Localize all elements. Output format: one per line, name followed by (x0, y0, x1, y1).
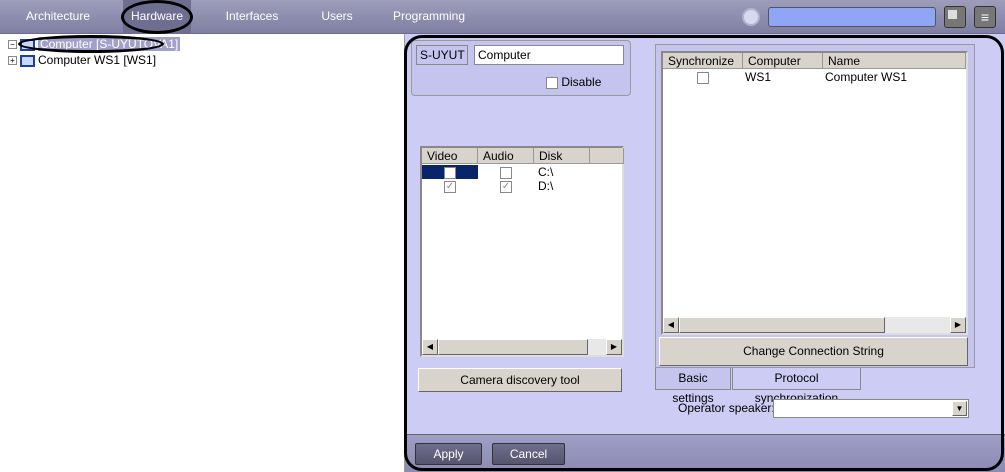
hardware-highlight-ellipse (121, 0, 193, 34)
hexagon-icon[interactable] (742, 8, 760, 26)
collapse-icon[interactable]: − (8, 40, 17, 50)
object-tree: − Computer [S-UYUTOVA1] + Computer WS1 [WS… (0, 34, 405, 472)
tab-programming[interactable]: Programming (388, 0, 470, 33)
layout-grid-icon[interactable] (944, 6, 966, 28)
panel-highlight-outline (404, 35, 1004, 471)
computer-icon (20, 54, 35, 67)
tab-interfaces[interactable]: Interfaces (215, 0, 289, 33)
search-input[interactable] (768, 7, 936, 27)
tab-architecture[interactable]: Architecture (18, 0, 98, 33)
tab-users[interactable]: Users (310, 0, 364, 33)
computer-highlight-ellipse (18, 35, 164, 53)
expand-icon[interactable]: + (8, 56, 17, 66)
menu-icon[interactable]: ≡ (974, 6, 996, 28)
tree-item-computer-ws1[interactable]: + Computer WS1 [WS1] (8, 53, 156, 67)
